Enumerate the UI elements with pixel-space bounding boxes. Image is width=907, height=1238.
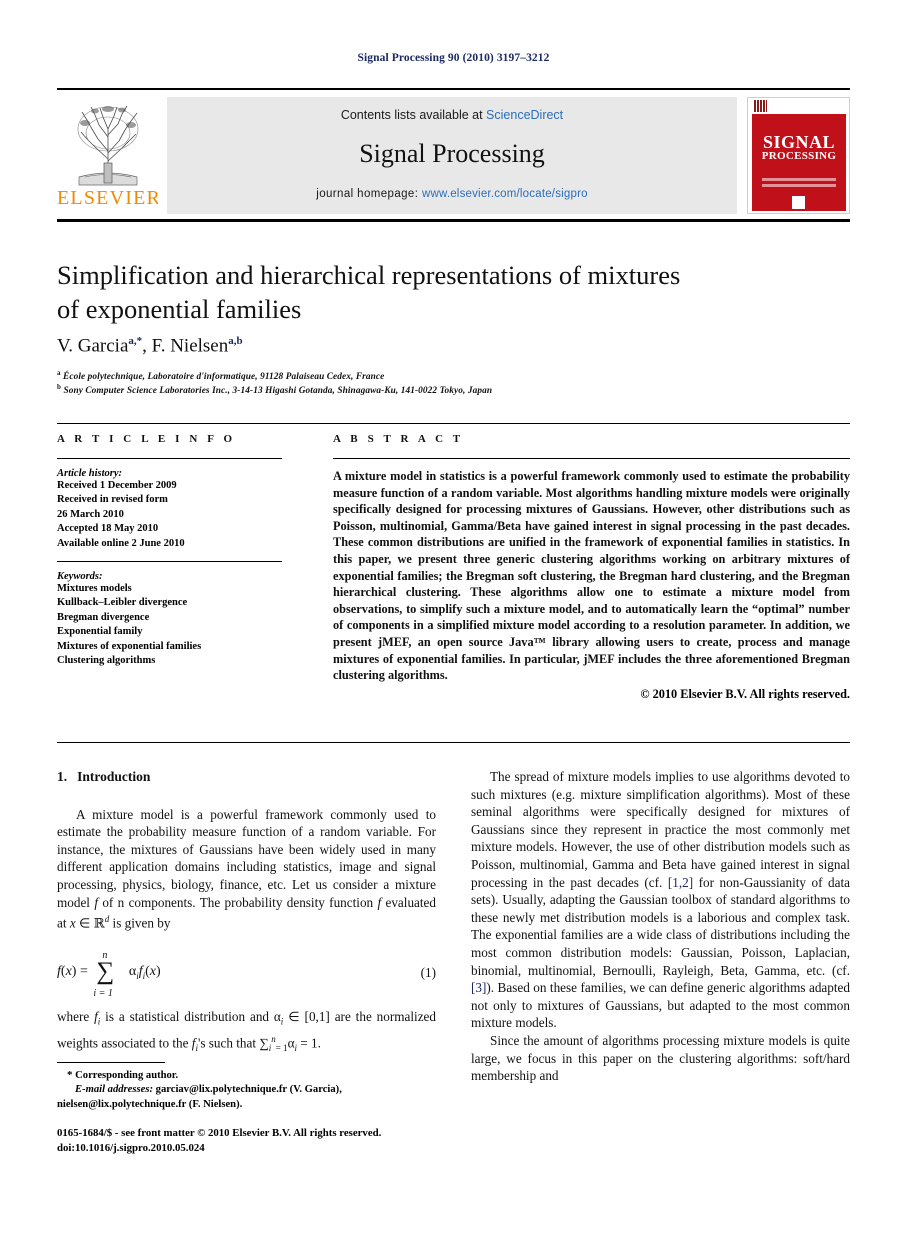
intro-p3-part3: ). Based on these families, we can defin… — [471, 980, 850, 1031]
intro-paragraph-4: Since the amount of algorithms processin… — [471, 1032, 850, 1084]
journal-cover-thumbnail: SIGNAL PROCESSING — [747, 97, 850, 214]
elsevier-wordmark: ELSEVIER — [57, 187, 158, 209]
article-history-accepted: Accepted 18 May 2010 — [57, 523, 159, 535]
email-label: E-mail addresses: — [75, 1084, 153, 1096]
sum-lower-limit: i = 1 — [93, 988, 113, 1000]
elsevier-logo: ELSEVIER — [57, 97, 158, 214]
title-line-1: Simplification and hierarchical represen… — [57, 260, 681, 290]
homepage-link[interactable]: www.elsevier.com/locate/sigpro — [422, 188, 588, 200]
cover-publisher-icon — [754, 100, 767, 112]
title-line-2: of exponential families — [57, 294, 302, 324]
journal-homepage-line: journal homepage: www.elsevier.com/locat… — [167, 188, 737, 200]
footnote-email-2: nielsen@lix.polytechnique.fr (F. Nielsen… — [57, 1098, 436, 1112]
contents-prefix: Contents lists available at — [340, 108, 487, 122]
keywords-divider — [57, 561, 282, 563]
footnote-corresponding-author: * Corresponding author. — [67, 1069, 179, 1081]
intro-paragraph-3: The spread of mixture models implies to … — [471, 768, 850, 1032]
intro-p3-part1: The spread of mixture models implies to … — [471, 769, 850, 890]
citation-ref-1[interactable]: [1,2] — [668, 875, 693, 890]
article-history-revised: Received in revised form — [57, 494, 168, 506]
abstract-divider — [333, 458, 850, 459]
keyword-item: Mixtures models — [57, 583, 132, 595]
footnote-emails: E-mail addresses: garciav@lix.polytechni… — [57, 1083, 436, 1097]
footnote-block: * Corresponding author. E-mail addresses… — [57, 1068, 436, 1112]
author-mark-1: a,* — [128, 335, 143, 347]
cover-artwork: SIGNAL PROCESSING — [752, 114, 846, 211]
cover-title-line2: PROCESSING — [761, 150, 837, 162]
summation-symbol: n ∑ i = 1 — [93, 950, 123, 999]
colophon: 0165-1684/$ - see front matter © 2010 El… — [57, 1126, 497, 1155]
intro-paragraph-1: A mixture model is a powerful framework … — [57, 806, 437, 932]
colophon-doi-line[interactable]: doi:10.1016/j.sigpro.2010.05.024 — [57, 1141, 497, 1156]
intro-paragraph-2: where fi is a statistical distribution a… — [57, 1009, 436, 1054]
footnote-rule — [57, 1062, 165, 1063]
affiliation-mark-a: a — [57, 369, 61, 377]
contents-available-line: Contents lists available at ScienceDirec… — [167, 108, 737, 122]
author-name-2[interactable]: F. Nielsen — [152, 335, 229, 356]
abstract-copyright: © 2010 Elsevier B.V. All rights reserved… — [640, 686, 850, 701]
corresponding-author-text: Corresponding author. — [75, 1070, 179, 1081]
keywords-title: Keywords: — [57, 571, 103, 583]
keyword-item: Mixtures of exponential families — [57, 640, 202, 652]
cover-text-strip-2 — [762, 184, 836, 187]
equation-1-number: (1) — [420, 965, 436, 981]
equation-1-body: f(x) = n ∑ i = 1 αifi(x) — [57, 950, 161, 999]
article-info-column: A R T I C L E I N F O Article history: R… — [57, 433, 297, 668]
page-title: Simplification and hierarchical represen… — [57, 258, 797, 326]
elsevier-tree-svg — [65, 99, 151, 187]
equation-1: f(x) = n ∑ i = 1 αifi(x) (1) — [57, 944, 436, 1000]
author-list: V. Garciaa,*, F. Nielsena,b — [57, 335, 243, 357]
panel-bottom-rule — [57, 742, 850, 743]
keyword-item: Clustering algorithms — [57, 655, 156, 667]
header-rule — [57, 88, 850, 90]
article-info-divider — [57, 458, 282, 459]
article-history-online: Available online 2 June 2010 — [57, 537, 185, 549]
sciencedirect-link[interactable]: ScienceDirect — [486, 108, 563, 122]
section-title: Introduction — [77, 769, 151, 784]
abstract-heading: A B S T R A C T — [333, 433, 464, 445]
email-address-2[interactable]: nielsen@lix.polytechnique.fr (F. Nielsen… — [57, 1099, 242, 1110]
intro-p3-part2: for non-Gaussianity of data sets). Usual… — [471, 874, 850, 978]
journal-title: Signal Processing — [359, 139, 545, 168]
email-address-1[interactable]: garciav@lix.polytechnique.fr (V. Garcia)… — [156, 1084, 342, 1095]
journal-band: Contents lists available at ScienceDirec… — [167, 97, 737, 214]
affiliation-mark-b: b — [57, 383, 61, 391]
keyword-item: Kullback–Leibler divergence — [57, 597, 188, 609]
elsevier-tree-icon — [65, 99, 151, 187]
section-number: 1. — [57, 769, 68, 784]
section-heading-introduction: 1. Introduction — [57, 768, 436, 786]
homepage-prefix: journal homepage: — [316, 188, 422, 200]
running-head: Signal Processing 90 (2010) 3197–3212 — [357, 52, 550, 64]
abstract-column: A B S T R A C T A mixture model in stati… — [333, 433, 850, 702]
affiliation-text-a: École polytechnique, Laboratoire d'infor… — [63, 372, 385, 383]
journal-masthead: ELSEVIER Contents lists available at Sci… — [57, 97, 850, 214]
keyword-item: Exponential family — [57, 626, 143, 638]
article-info-heading: A R T I C L E I N F O — [57, 433, 236, 445]
article-history-revised-date: 26 March 2010 — [57, 508, 124, 520]
article-history-received: Received 1 December 2009 — [57, 480, 177, 491]
masthead-bottom-rule — [57, 219, 850, 222]
affiliation-text-b: Sony Computer Science Laboratories Inc.,… — [63, 386, 493, 397]
body-column-right: The spread of mixture models implies to … — [471, 768, 850, 1085]
panel-top-rule — [57, 423, 850, 424]
cover-badge-icon — [792, 196, 805, 209]
keyword-item: Bregman divergence — [57, 611, 150, 623]
abstract-text: A mixture model in statistics is a power… — [333, 469, 850, 683]
citation-ref-2[interactable]: [3] — [471, 980, 486, 995]
affiliation-a: a École polytechnique, Laboratoire d'inf… — [57, 369, 837, 382]
cover-text-strip-1 — [762, 178, 836, 181]
paper-page: Signal Processing 90 (2010) 3197–3212 EL… — [0, 0, 907, 1238]
author-mark-2: a,b — [228, 335, 243, 347]
body-column-left: 1. Introduction A mixture model is a powe… — [57, 768, 436, 1058]
author-name-1[interactable]: V. Garcia — [57, 335, 128, 356]
affiliation-b: b Sony Computer Science Laboratories Inc… — [57, 383, 837, 396]
article-history-title: Article history: — [57, 468, 123, 479]
colophon-issn-line: 0165-1684/$ - see front matter © 2010 El… — [57, 1127, 382, 1139]
